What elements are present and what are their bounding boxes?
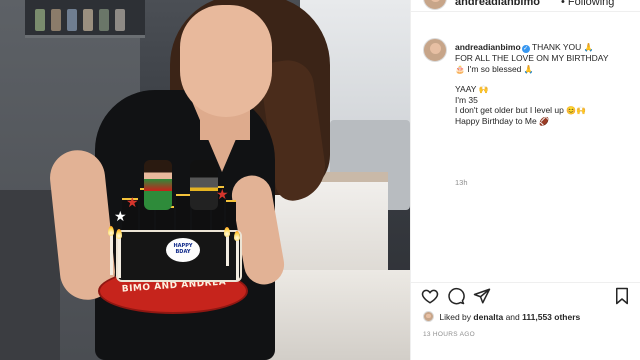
candle bbox=[110, 235, 113, 275]
praying-hands-icon: 🙏 bbox=[583, 43, 594, 52]
post-sidebar: andreadianbimo • Following andreadianbim… bbox=[410, 0, 640, 360]
kitchen-cabinet bbox=[0, 190, 60, 360]
raised-hands-icon: 🙌 bbox=[478, 85, 489, 95]
share-icon[interactable] bbox=[473, 287, 491, 305]
avatar[interactable] bbox=[423, 38, 447, 62]
cake-star-decoration: ★ bbox=[126, 194, 139, 210]
candle-flame bbox=[224, 227, 230, 237]
avatar[interactable] bbox=[423, 0, 447, 10]
liked-by-user[interactable]: denalta bbox=[473, 312, 503, 322]
person-face bbox=[180, 5, 272, 117]
robin-figure bbox=[144, 160, 172, 210]
cake-star-decoration: ★ bbox=[216, 186, 229, 202]
avatar[interactable] bbox=[423, 311, 434, 322]
caption-line: FOR ALL THE LOVE ON MY BIRTHDAY bbox=[455, 53, 609, 63]
smile-hands-icon: 😊🙌 bbox=[566, 106, 587, 116]
bookmark-icon[interactable] bbox=[613, 287, 631, 305]
batman-figure bbox=[190, 160, 218, 210]
caption-text: andreadianbimo ✓ THANK YOU 🙏 FOR ALL THE … bbox=[455, 42, 635, 127]
post-photo[interactable]: BIMO AND ANDREA ★ ★ ★ HAPPY BDAY bbox=[0, 0, 410, 360]
liked-by-prefix: Liked by bbox=[439, 312, 472, 322]
candle bbox=[226, 236, 229, 266]
kitchen-shelf bbox=[25, 0, 145, 38]
caption-username[interactable]: andreadianbimo bbox=[455, 42, 521, 52]
football-icon: 🏈 bbox=[539, 116, 550, 126]
candle-flame bbox=[108, 226, 114, 236]
cake-star-decoration: ★ bbox=[114, 208, 127, 224]
liked-by-and: and bbox=[505, 312, 520, 322]
verified-badge-icon: ✓ bbox=[521, 45, 530, 53]
follow-status[interactable]: • Following bbox=[561, 0, 614, 8]
happy-bday-badge: HAPPY BDAY bbox=[166, 238, 200, 262]
post-actions: Liked by denalta and 111,553 others 13 H… bbox=[411, 282, 640, 360]
heart-icon[interactable] bbox=[421, 287, 439, 305]
birthday-cake-icon: 🎂 bbox=[455, 64, 465, 74]
post-timestamp[interactable]: 13 HOURS AGO bbox=[423, 331, 475, 338]
post-header: andreadianbimo • Following bbox=[411, 0, 640, 12]
comment-icon[interactable] bbox=[447, 287, 465, 305]
caption-timestamp[interactable]: 13h bbox=[455, 178, 468, 187]
header-username[interactable]: andreadianbimo bbox=[455, 0, 540, 8]
likes-summary[interactable]: Liked by denalta and 111,553 others bbox=[423, 311, 580, 322]
praying-hands-icon: 🙏 bbox=[523, 64, 534, 74]
likes-count[interactable]: 111,553 others bbox=[522, 312, 580, 322]
caption-line: I'm so blessed bbox=[467, 63, 522, 74]
candle-flame bbox=[234, 231, 240, 241]
candle bbox=[118, 238, 121, 278]
birthday-cake: ★ ★ ★ HAPPY BDAY bbox=[104, 160, 254, 290]
caption-line: I don't get older but I level up bbox=[455, 105, 564, 116]
caption-line: THANK YOU bbox=[531, 42, 582, 52]
candle-flame bbox=[116, 229, 122, 239]
caption-line: Happy Birthday to Me bbox=[455, 115, 537, 126]
caption-line: YAAY bbox=[455, 84, 477, 95]
caption-line: I'm 35 bbox=[455, 94, 478, 105]
candle bbox=[236, 240, 239, 280]
